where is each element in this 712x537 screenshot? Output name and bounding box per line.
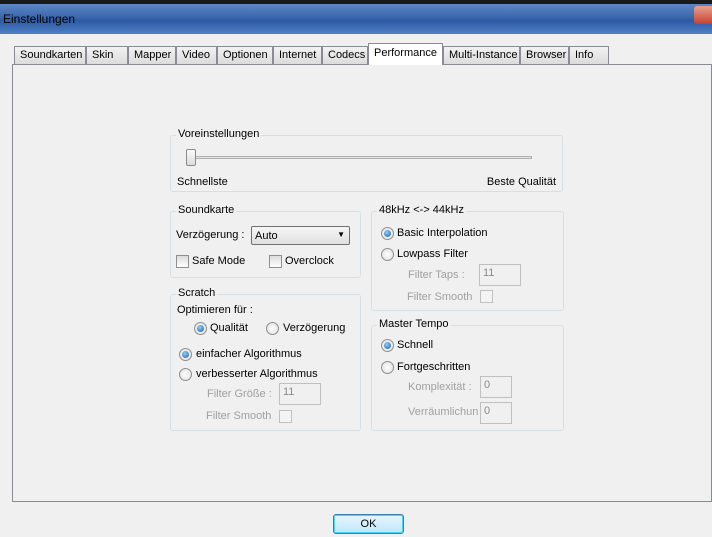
safe-mode-label: Safe Mode bbox=[192, 255, 246, 267]
master-tempo-title: Master Tempo bbox=[377, 318, 451, 330]
latency-radio-label: Verzögerung bbox=[283, 322, 346, 334]
resample-filter-smooth-checkbox[interactable] bbox=[480, 290, 493, 303]
filter-taps-input[interactable]: 11 bbox=[479, 264, 521, 286]
tab-skin[interactable]: Skin bbox=[86, 46, 128, 64]
close-button[interactable] bbox=[694, 6, 712, 24]
tab-performance[interactable]: Performance bbox=[368, 43, 443, 65]
scratch-title: Scratch bbox=[176, 287, 218, 299]
filter-size-label: Filter Größe : bbox=[207, 388, 272, 400]
spatial-label: Verräumlichung bbox=[408, 406, 478, 418]
presets-title: Voreinstellungen bbox=[176, 128, 262, 140]
simple-algorithm-label: einfacher Algorithmus bbox=[196, 348, 302, 360]
basic-interpolation-radio[interactable] bbox=[381, 227, 394, 240]
scratch-filter-smooth-label: Filter Smooth bbox=[206, 410, 272, 422]
overclock-checkbox[interactable] bbox=[269, 255, 282, 268]
improved-algorithm-radio[interactable] bbox=[179, 368, 192, 381]
resample-filter-smooth-label: Filter Smooth bbox=[407, 291, 473, 303]
tab-browser[interactable]: Browser bbox=[520, 46, 569, 64]
chevron-down-icon: ▼ bbox=[337, 230, 345, 239]
window-title: Einstellungen bbox=[3, 12, 76, 26]
latency-label: Verzögerung : bbox=[176, 229, 245, 241]
fast-label: Schnell bbox=[397, 339, 434, 351]
spatial-input[interactable]: 0 bbox=[480, 402, 512, 424]
fast-radio[interactable] bbox=[381, 339, 394, 352]
tab-multi-instance[interactable]: Multi-Instance bbox=[443, 46, 520, 64]
filter-taps-label: Filter Taps : bbox=[408, 269, 465, 281]
advanced-label: Fortgeschritten bbox=[397, 361, 471, 373]
tab-video[interactable]: Video bbox=[176, 46, 217, 64]
quality-slider-track[interactable] bbox=[186, 156, 532, 159]
basic-interpolation-label: Basic Interpolation bbox=[397, 227, 488, 239]
optimize-label: Optimieren für : bbox=[177, 304, 253, 316]
quality-radio[interactable] bbox=[194, 322, 207, 335]
quality-label: Qualität bbox=[210, 322, 248, 334]
latency-radio[interactable] bbox=[266, 322, 279, 335]
slider-max-label: Beste Qualität bbox=[486, 176, 556, 188]
latency-dropdown[interactable]: Auto ▼ bbox=[251, 226, 350, 245]
resample-title: 48kHz <-> 44kHz bbox=[377, 204, 466, 216]
overclock-label: Overclock bbox=[285, 255, 334, 267]
complexity-label: Komplexität : bbox=[408, 381, 472, 393]
tab-mapper[interactable]: Mapper bbox=[128, 46, 176, 64]
tab-internet[interactable]: Internet bbox=[273, 46, 322, 64]
simple-algorithm-radio[interactable] bbox=[179, 348, 192, 361]
complexity-input[interactable]: 0 bbox=[480, 376, 512, 398]
latency-value: Auto bbox=[255, 230, 278, 242]
tab-soundkarten[interactable]: Soundkarten bbox=[14, 46, 86, 64]
tab-optionen[interactable]: Optionen bbox=[217, 46, 273, 64]
quality-slider-thumb[interactable] bbox=[186, 149, 196, 166]
improved-algorithm-label: verbesserter Algorithmus bbox=[196, 368, 318, 380]
advanced-radio[interactable] bbox=[381, 361, 394, 374]
lowpass-filter-radio[interactable] bbox=[381, 248, 394, 261]
filter-size-input[interactable]: 11 bbox=[279, 383, 321, 405]
lowpass-filter-label: Lowpass Filter bbox=[397, 248, 468, 260]
scratch-filter-smooth-checkbox[interactable] bbox=[279, 410, 292, 423]
soundcard-title: Soundkarte bbox=[176, 204, 237, 216]
tab-panel bbox=[12, 64, 712, 502]
safe-mode-checkbox[interactable] bbox=[176, 255, 189, 268]
ok-button[interactable]: OK bbox=[333, 514, 404, 534]
title-bar: Einstellungen bbox=[0, 4, 712, 34]
tab-info[interactable]: Info bbox=[569, 46, 609, 64]
slider-min-label: Schnellste bbox=[177, 176, 228, 188]
tab-codecs[interactable]: Codecs bbox=[322, 46, 368, 64]
